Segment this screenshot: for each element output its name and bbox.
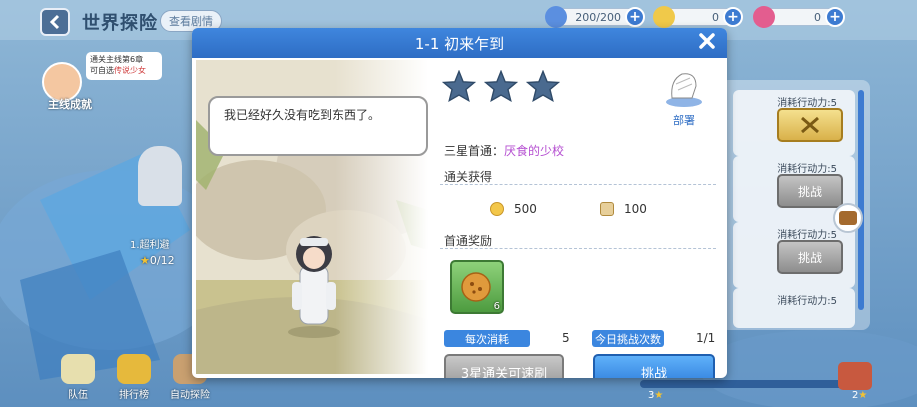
chapter-reward-chest[interactable]: [838, 362, 872, 390]
star-icon: [526, 70, 560, 102]
promo-banner[interactable]: 通关主线第6章 可自选传说少女 主线成就: [40, 48, 190, 111]
stage-info: 部署 三星首通：厌食的少校 通关获得 500 100 首通奖励 6 每次消耗 5…: [440, 58, 727, 378]
daily-attempts-label: 今日挑战次数: [592, 330, 664, 347]
daily-attempts-value: 1/1: [696, 331, 716, 345]
challenge-button-locked[interactable]: 挑战: [777, 174, 843, 208]
gem-icon: [753, 6, 775, 28]
add-gold-button[interactable]: +: [723, 7, 743, 27]
deploy-button[interactable]: [777, 108, 843, 142]
star-icon: [484, 70, 518, 102]
glove-deploy-icon: [666, 73, 702, 107]
star-icon: ★: [140, 254, 150, 267]
reward-exp: 100: [600, 202, 647, 216]
chest-icon: [839, 211, 857, 225]
gem-counter: 0 +: [753, 6, 845, 28]
stage-detail-dialog: 1-1 初来乍到 我已经好久没有吃到东西了。 部署 三星首通：厌食的少校 通关获…: [192, 28, 727, 378]
three-star-reward: 三星首通：厌食的少校: [444, 144, 565, 158]
progress-star-a: 3★: [648, 390, 664, 401]
stage-card: 消耗行动力:5: [733, 90, 855, 156]
challenge-button-locked[interactable]: 挑战: [777, 240, 843, 274]
leaderboard-nav-button[interactable]: 排行榜: [108, 354, 160, 401]
leaderboard-icon: [117, 354, 151, 384]
star-icon: [442, 70, 476, 102]
star-rating: [442, 70, 560, 102]
reward-item-card[interactable]: 6: [450, 260, 504, 314]
exp-scroll-icon: [600, 202, 614, 216]
promo-text: 通关主线第6章 可自选传说少女: [86, 52, 162, 80]
progress-star-b: 2★: [852, 390, 868, 401]
team-icon: [61, 354, 95, 384]
stamina-icon: [545, 6, 567, 28]
mainline-achievement-label: 主线成就: [48, 98, 92, 111]
treasure-chest-button[interactable]: [833, 203, 863, 233]
page-title: 世界探险: [82, 13, 158, 34]
chevron-left-icon: [49, 14, 60, 30]
chapter-progress-bar: [640, 380, 870, 388]
stage-card: 消耗行动力:5: [733, 288, 855, 328]
stage-card: 消耗行动力:5 挑战: [733, 222, 855, 288]
divider: [440, 248, 716, 249]
cost-value: 5: [562, 331, 570, 345]
crossed-swords-icon: [801, 116, 819, 134]
stamina-counter: 200/200 +: [545, 6, 645, 28]
divider: [440, 184, 716, 185]
star-icon: ★: [858, 390, 868, 401]
first-clear-title: 首通奖励: [444, 234, 493, 248]
reward-coin: 500: [490, 202, 537, 216]
add-gem-button[interactable]: +: [825, 7, 845, 27]
speech-bubble: 我已经好久没有吃到东西了。: [208, 96, 428, 156]
team-nav-button[interactable]: 队伍: [52, 354, 104, 401]
coin-icon: [490, 202, 504, 216]
challenge-button[interactable]: 挑战: [593, 354, 715, 378]
close-button[interactable]: [695, 31, 719, 55]
stage-progress: ★0/12: [140, 254, 175, 267]
add-stamina-button[interactable]: +: [625, 7, 645, 27]
dialog-header: 1-1 初来乍到: [192, 28, 727, 58]
stage-scene: 我已经好久没有吃到东西了。: [196, 60, 428, 374]
gold-counter: 0 +: [653, 6, 743, 28]
cost-label: 每次消耗: [444, 330, 530, 347]
clear-rewards-title: 通关获得: [444, 170, 493, 184]
gold-coin-icon: [653, 6, 675, 28]
close-icon: [699, 33, 715, 49]
stage-node[interactable]: 1.超利避: [130, 140, 188, 251]
dialog-title: 1-1 初来乍到: [414, 34, 505, 53]
stage-list-scrollbar[interactable]: [858, 90, 864, 310]
deploy-button[interactable]: 部署: [658, 68, 710, 127]
character-sprite: [138, 146, 182, 206]
star-icon: ★: [654, 390, 664, 401]
back-button[interactable]: [40, 8, 70, 36]
sweep-button[interactable]: 3星通关可速刷: [444, 354, 564, 378]
